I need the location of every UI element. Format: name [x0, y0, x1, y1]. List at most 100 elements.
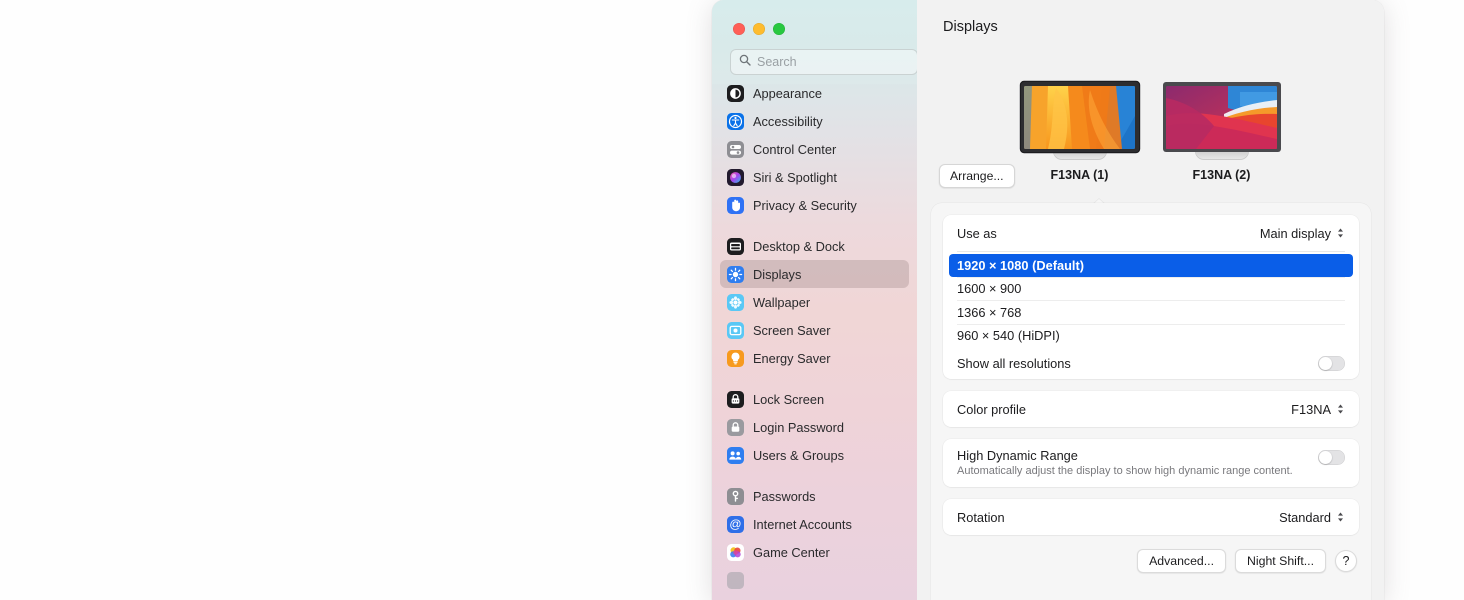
resolution-label: 1366 × 768 [957, 304, 1022, 320]
sidebar-item-screen-saver[interactable]: Screen Saver [720, 316, 909, 344]
night-shift-button[interactable]: Night Shift... [1235, 549, 1326, 573]
display-thumbnail-1[interactable]: F13NA (1) [1020, 82, 1139, 182]
sidebar-nav[interactable]: Appearance Accessibility Control Center … [712, 84, 917, 600]
sidebar-item-wallpaper[interactable]: Wallpaper [720, 288, 909, 316]
sidebar-item-siri-spotlight[interactable]: Siri & Spotlight [720, 163, 909, 191]
sidebar-item-users-groups[interactable]: Users & Groups [720, 441, 909, 469]
display-1-label: F13NA (1) [1050, 168, 1109, 182]
users-groups-icon [727, 446, 744, 464]
hdr-sublabel: Automatically adjust the display to show… [957, 465, 1293, 477]
search-field[interactable]: Search [730, 49, 917, 75]
resolution-label: 1600 × 900 [957, 281, 1022, 296]
sidebar-item-label: Privacy & Security [753, 197, 857, 213]
rotation-row[interactable]: Rotation Standard [943, 499, 1359, 535]
color-profile-label: Color profile [957, 401, 1026, 417]
sidebar-item-internet-accounts[interactable]: @ Internet Accounts [720, 510, 909, 538]
partial-icon [727, 571, 744, 589]
displays-icon [727, 265, 744, 283]
sidebar-header: Search [712, 0, 917, 84]
resolution-option[interactable]: 960 × 540 (HiDPI) [949, 324, 1353, 347]
display-2-stand [1194, 151, 1249, 160]
display-2-wallpaper [1166, 85, 1277, 149]
sidebar-item-label: Desktop & Dock [753, 238, 845, 254]
sidebar-group-divider [720, 219, 909, 232]
show-all-resolutions-row[interactable]: Show all resolutions [943, 347, 1359, 379]
resolution-option[interactable]: 1366 × 768 [949, 301, 1353, 324]
color-profile-value-group[interactable]: F13NA [1291, 402, 1345, 417]
display-thumbnail-2[interactable]: F13NA (2) [1162, 82, 1281, 182]
rotation-value-group[interactable]: Standard [1279, 510, 1345, 525]
arrange-button[interactable]: Arrange... [939, 164, 1015, 188]
display-1-stand [1052, 151, 1107, 160]
internet-accounts-icon: @ [727, 515, 744, 533]
rotation-value: Standard [1279, 509, 1331, 525]
screen-saver-icon [727, 321, 744, 339]
sidebar-item-passwords[interactable]: Passwords [720, 482, 909, 510]
sidebar-item-label: Internet Accounts [753, 516, 852, 532]
sidebar-item-label: Login Password [753, 419, 845, 435]
resolution-option[interactable]: 1600 × 900 [949, 277, 1353, 300]
use-as-label: Use as [957, 225, 997, 241]
sidebar-item-label: Control Center [753, 141, 837, 157]
sidebar-item-label: Game Center [753, 544, 830, 560]
sidebar-item-desktop-dock[interactable]: Desktop & Dock [720, 232, 909, 260]
sidebar-group-divider [720, 469, 909, 482]
show-all-resolutions-toggle[interactable] [1318, 355, 1345, 371]
rotation-card: Rotation Standard [943, 499, 1359, 535]
hdr-toggle[interactable] [1318, 450, 1345, 465]
toggle-knob [1319, 451, 1332, 464]
sidebar-item-privacy-security[interactable]: Privacy & Security [720, 191, 909, 219]
desktop-dock-icon [727, 237, 744, 255]
resolution-option[interactable]: 1920 × 1080 (Default) [949, 253, 1353, 277]
sidebar-item-label: Appearance [753, 85, 823, 101]
sidebar-item-accessibility[interactable]: Accessibility [720, 107, 909, 135]
svg-text:@: @ [729, 517, 741, 531]
color-profile-row[interactable]: Color profile F13NA [943, 391, 1359, 427]
sidebar-item-control-center[interactable]: Control Center [720, 135, 909, 163]
energy-saver-icon [727, 349, 744, 367]
resolution-card: Use as Main display 1920 × 1080 (Default… [943, 215, 1359, 379]
sidebar-item-label: Displays [753, 266, 802, 282]
color-profile-value: F13NA [1291, 401, 1331, 417]
game-center-icon [727, 543, 744, 561]
resolution-label: 1920 × 1080 (Default) [957, 257, 1084, 273]
hdr-label: High Dynamic Range [957, 448, 1078, 463]
page-title: Displays [943, 19, 998, 35]
zoom-button[interactable] [773, 23, 785, 35]
minimize-button[interactable] [753, 23, 765, 35]
use-as-value-group[interactable]: Main display [1260, 226, 1345, 241]
sidebar-item-label: Wallpaper [753, 294, 811, 310]
use-as-row[interactable]: Use as Main display [943, 215, 1359, 251]
login-password-icon [727, 418, 744, 436]
appearance-icon [727, 84, 744, 102]
sidebar-item-game-center[interactable]: Game Center [720, 538, 909, 566]
sidebar-item-energy-saver[interactable]: Energy Saver [720, 344, 909, 372]
advanced-button[interactable]: Advanced... [1137, 549, 1227, 573]
sidebar-item-login-password[interactable]: Login Password [720, 413, 909, 441]
displays-strip: F13NA (1) F13NA (2) Arrange... [917, 52, 1384, 208]
display-1-bezel [1020, 82, 1139, 152]
close-button[interactable] [733, 23, 745, 35]
hdr-card: High Dynamic Range Automatically adjust … [943, 439, 1359, 487]
display-2-label: F13NA (2) [1192, 168, 1251, 182]
rotation-label: Rotation [957, 509, 1005, 525]
hdr-text-group: High Dynamic Range Automatically adjust … [957, 448, 1293, 477]
accessibility-icon [727, 112, 744, 130]
show-all-resolutions-label: Show all resolutions [957, 355, 1071, 371]
chevron-updown-icon [1336, 226, 1345, 240]
sidebar-item-displays[interactable]: Displays [720, 260, 909, 288]
sidebar-item-next-partial[interactable] [720, 566, 909, 594]
sidebar-item-lock-screen[interactable]: Lock Screen [720, 385, 909, 413]
sidebar-item-label: Lock Screen [753, 391, 825, 407]
resolution-list[interactable]: 1920 × 1080 (Default) 1600 × 900 1366 × … [943, 252, 1359, 348]
screen: Search Appearance Accessibility Control … [0, 0, 1464, 600]
display-settings-panel: Use as Main display 1920 × 1080 (Default… [931, 203, 1371, 600]
use-as-value: Main display [1259, 225, 1331, 241]
siri-icon [727, 168, 744, 186]
toggle-knob [1319, 356, 1332, 370]
hdr-row[interactable]: High Dynamic Range Automatically adjust … [943, 439, 1359, 487]
sidebar-item-label: Screen Saver [753, 322, 831, 338]
search-icon [739, 53, 751, 71]
wallpaper-icon [727, 293, 744, 311]
help-button[interactable]: ? [1335, 550, 1357, 572]
